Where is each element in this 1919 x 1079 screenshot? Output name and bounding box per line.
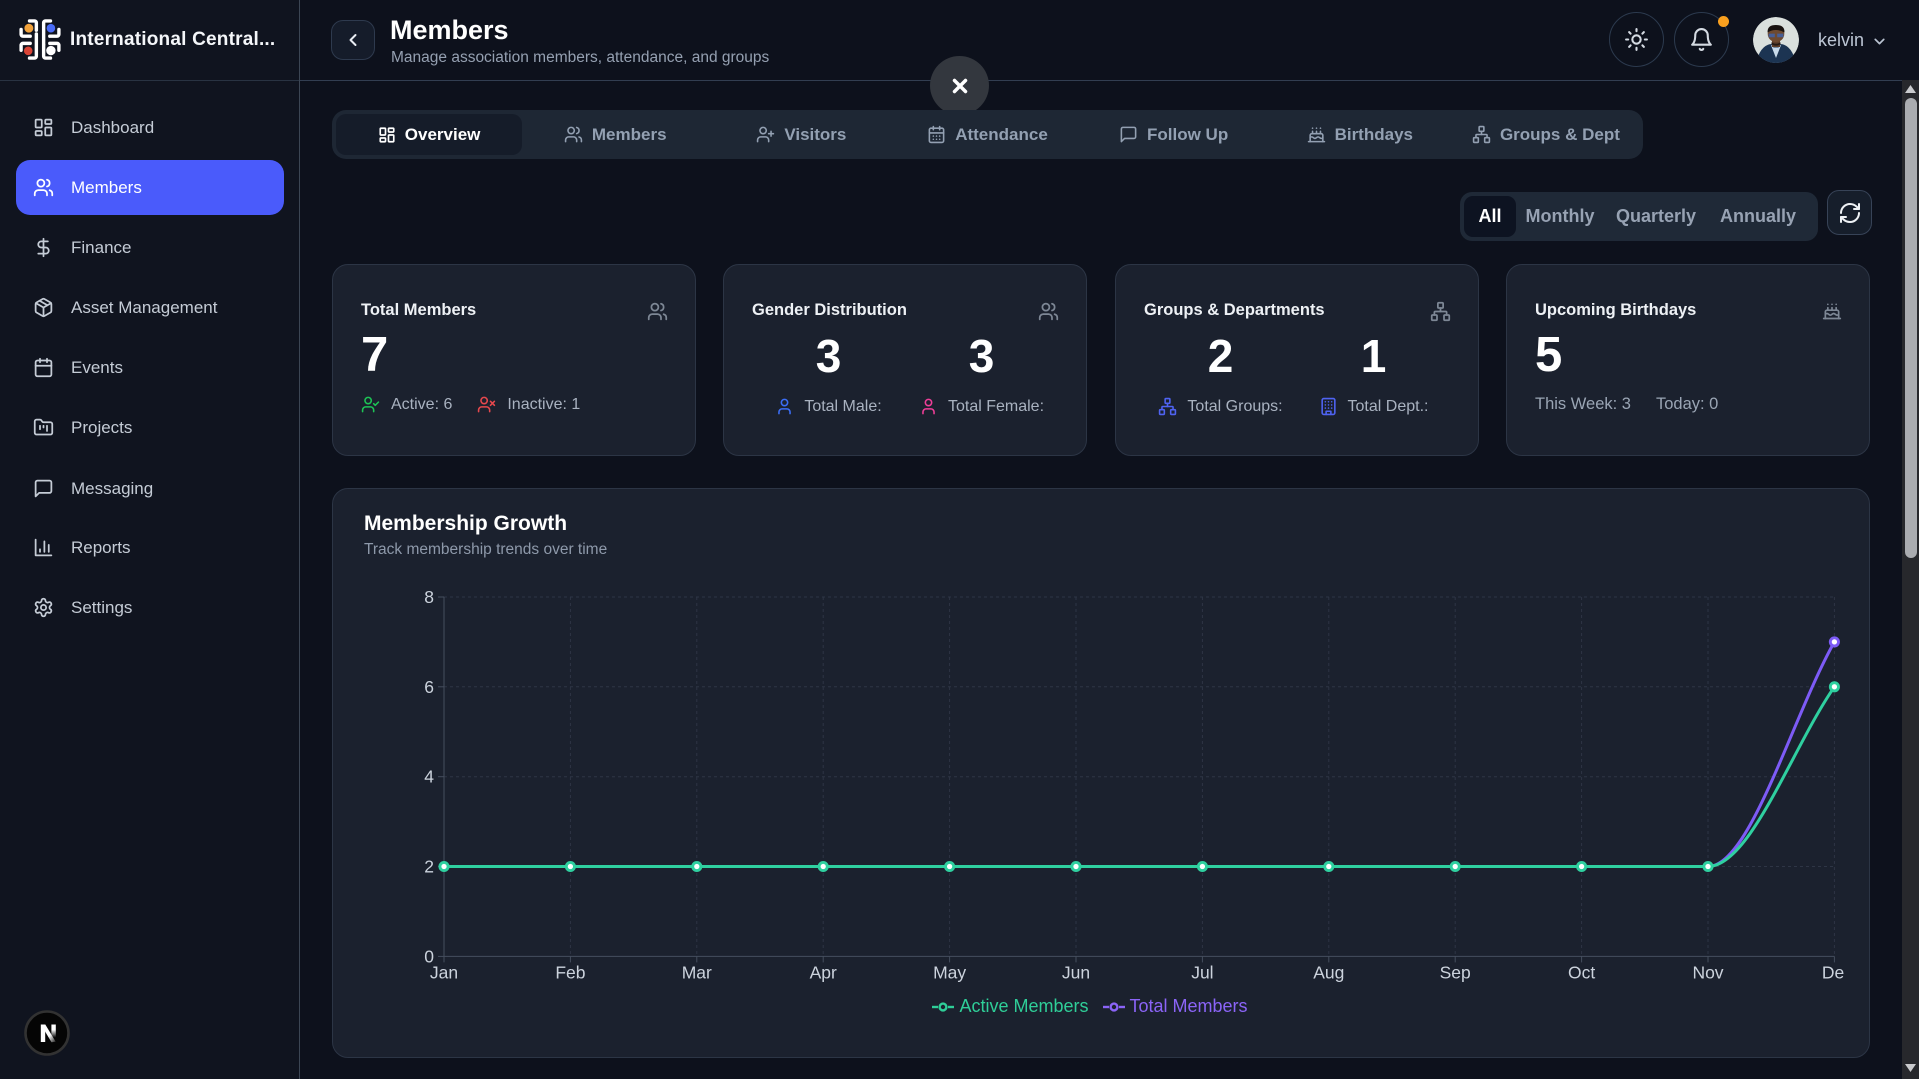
svg-text:Sep: Sep	[1440, 963, 1471, 983]
svg-text:2: 2	[424, 857, 434, 877]
svg-text:De: De	[1822, 963, 1844, 983]
svg-text:Nov: Nov	[1692, 963, 1723, 983]
svg-text:Mar: Mar	[682, 963, 712, 983]
svg-text:8: 8	[424, 587, 434, 607]
svg-text:Apr: Apr	[810, 963, 837, 983]
svg-text:May: May	[933, 963, 966, 983]
svg-text:Feb: Feb	[555, 963, 585, 983]
svg-text:Oct: Oct	[1568, 963, 1595, 983]
svg-text:Jul: Jul	[1191, 963, 1213, 983]
svg-text:Jun: Jun	[1062, 963, 1090, 983]
svg-text:4: 4	[424, 767, 434, 787]
svg-text:Jan: Jan	[430, 963, 458, 983]
svg-text:6: 6	[424, 677, 434, 697]
svg-text:Aug: Aug	[1313, 963, 1344, 983]
